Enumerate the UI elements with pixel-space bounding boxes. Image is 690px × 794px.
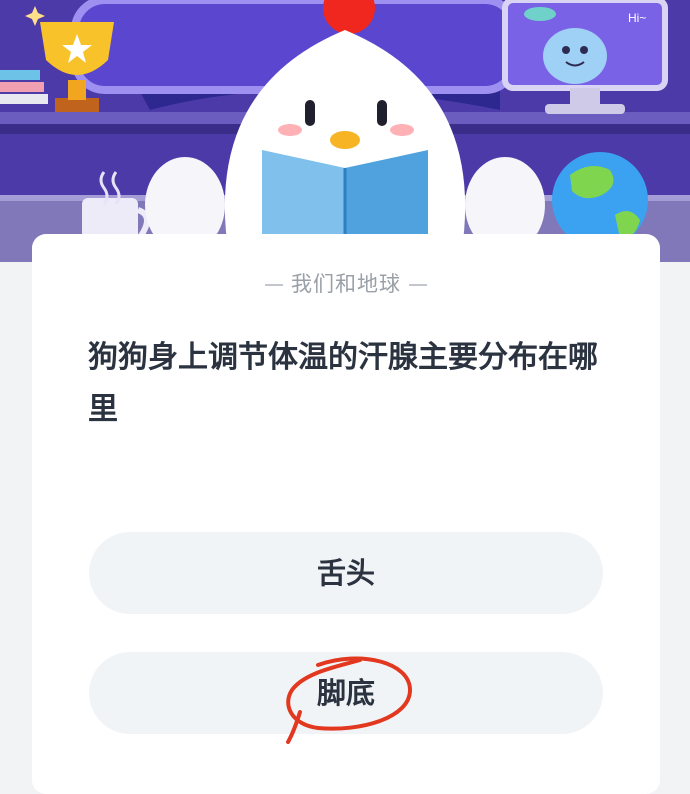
divider-right	[409, 284, 427, 286]
question-text: 狗狗身上调节体温的汗腺主要分布在哪里	[88, 340, 598, 427]
question-card: 我们和地球 狗狗身上调节体温的汗腺主要分布在哪里 舌头 脚底	[32, 234, 660, 794]
answer-option-1[interactable]: 舌头	[89, 532, 603, 614]
divider-left	[265, 284, 283, 286]
category-label: 我们和地球	[291, 272, 401, 296]
monitor-greeting: Hi~	[628, 11, 646, 25]
category-header: 我们和地球	[32, 268, 660, 298]
hero-illustration: Hi~	[0, 0, 690, 262]
answer-option-2[interactable]: 脚底	[89, 652, 603, 734]
